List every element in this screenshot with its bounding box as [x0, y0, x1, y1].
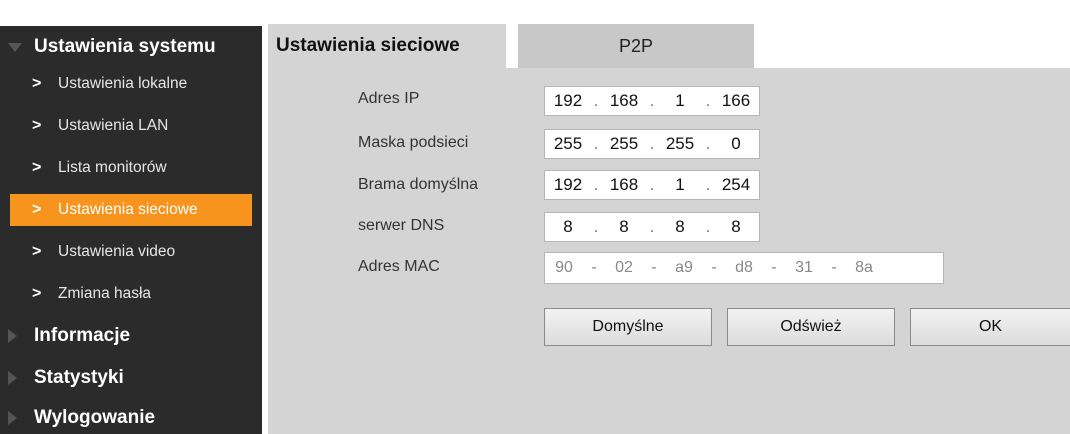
mac-separator: -: [651, 259, 657, 276]
ip-octet[interactable]: 192: [545, 91, 591, 111]
refresh-button[interactable]: Odśwież: [727, 308, 895, 346]
mac-octet: 31: [795, 259, 813, 276]
sidebar-item-video-settings[interactable]: > Ustawienia video: [10, 236, 252, 268]
ip-octet[interactable]: 168: [601, 91, 647, 111]
mask-octet[interactable]: 0: [713, 134, 759, 154]
mac-separator: -: [831, 259, 837, 276]
network-settings-panel: Adres IP 192 . 168 . 1 . 166 Maska podsi…: [268, 68, 1070, 434]
mac-octet: 90: [555, 259, 573, 276]
chevron-right-icon: >: [32, 159, 42, 176]
mac-octet: 8a: [855, 259, 873, 276]
chevron-right-icon: >: [32, 117, 42, 134]
sidebar-section-label: Wylogowanie: [34, 407, 156, 428]
octet-separator: .: [705, 175, 711, 194]
mac-octet: d8: [735, 259, 753, 276]
ip-address-label: Adres IP: [358, 90, 420, 107]
mac-separator: -: [771, 259, 777, 276]
sidebar-item-label: Lista monitorów: [58, 159, 167, 176]
octet-separator: .: [593, 91, 599, 110]
tab-network-settings[interactable]: Ustawienia sieciowe: [268, 24, 506, 68]
mask-octet[interactable]: 255: [601, 134, 647, 154]
mac-separator: -: [711, 259, 717, 276]
sidebar-item-label: Ustawienia lokalne: [58, 75, 188, 92]
sidebar-section-statistics[interactable]: Statystyki: [0, 360, 262, 396]
sidebar-section-system-settings[interactable]: Ustawienia systemu: [0, 29, 262, 65]
tab-bar: Ustawienia sieciowe P2P: [262, 24, 1070, 68]
sidebar-item-label: Ustawienia sieciowe: [58, 201, 198, 218]
mac-octet: a9: [675, 259, 693, 276]
mac-octet: 02: [615, 259, 633, 276]
octet-separator: .: [705, 217, 711, 236]
sidebar-item-lan-settings[interactable]: > Ustawienia LAN: [10, 110, 252, 142]
octet-separator: .: [649, 217, 655, 236]
mac-address-field: 90 - 02 - a9 - d8 - 31 - 8a: [544, 252, 944, 284]
sidebar-section-logout[interactable]: Wylogowanie: [0, 400, 262, 434]
octet-separator: .: [593, 134, 599, 153]
ok-button[interactable]: OK: [910, 308, 1070, 346]
ip-octet[interactable]: 166: [713, 91, 759, 111]
octet-separator: .: [593, 217, 599, 236]
ip-address-field[interactable]: 192 . 168 . 1 . 166: [544, 86, 760, 116]
gateway-octet[interactable]: 1: [657, 175, 703, 195]
sidebar-item-label: Ustawienia video: [58, 243, 176, 260]
octet-separator: .: [649, 175, 655, 194]
gateway-octet[interactable]: 192: [545, 175, 591, 195]
dns-octet[interactable]: 8: [713, 217, 759, 237]
tab-p2p[interactable]: P2P: [518, 24, 754, 68]
sidebar: Ustawienia systemu > Ustawienia lokalne …: [0, 26, 262, 434]
chevron-right-icon: >: [32, 75, 42, 92]
sidebar-item-label: Ustawienia LAN: [58, 117, 169, 134]
mask-octet[interactable]: 255: [545, 134, 591, 154]
triangle-down-icon: [8, 42, 22, 52]
gateway-octet[interactable]: 168: [601, 175, 647, 195]
dns-server-field[interactable]: 8 . 8 . 8 . 8: [544, 212, 760, 242]
octet-separator: .: [705, 91, 711, 110]
octet-separator: .: [705, 134, 711, 153]
dns-server-label: serwer DNS: [358, 217, 445, 234]
sidebar-item-label: Zmiana hasła: [58, 285, 152, 302]
sidebar-section-label: Informacje: [34, 325, 131, 346]
default-gateway-field[interactable]: 192 . 168 . 1 . 254: [544, 170, 760, 200]
mac-separator: -: [591, 259, 597, 276]
sidebar-item-monitor-list[interactable]: > Lista monitorów: [10, 152, 252, 184]
triangle-right-icon: [8, 371, 17, 385]
mac-address-label: Adres MAC: [358, 258, 440, 275]
triangle-right-icon: [8, 411, 17, 425]
subnet-mask-label: Maska podsieci: [358, 134, 469, 151]
sidebar-item-change-password[interactable]: > Zmiana hasła: [10, 278, 252, 310]
subnet-mask-field[interactable]: 255 . 255 . 255 . 0: [544, 129, 760, 159]
default-gateway-label: Brama domyślna: [358, 176, 479, 193]
default-button[interactable]: Domyślne: [544, 308, 712, 346]
sidebar-section-label: Ustawienia systemu: [34, 36, 216, 57]
sidebar-section-information[interactable]: Informacje: [0, 318, 262, 354]
sidebar-item-network-settings[interactable]: > Ustawienia sieciowe: [10, 194, 252, 226]
dns-octet[interactable]: 8: [545, 217, 591, 237]
octet-separator: .: [649, 134, 655, 153]
octet-separator: .: [593, 175, 599, 194]
chevron-right-icon: >: [32, 285, 42, 302]
sidebar-item-local-settings[interactable]: > Ustawienia lokalne: [10, 68, 252, 100]
octet-separator: .: [649, 91, 655, 110]
triangle-right-icon: [8, 329, 17, 343]
ip-octet[interactable]: 1: [657, 91, 703, 111]
chevron-right-icon: >: [32, 201, 42, 218]
dns-octet[interactable]: 8: [657, 217, 703, 237]
dns-octet[interactable]: 8: [601, 217, 647, 237]
sidebar-section-label: Statystyki: [34, 367, 124, 388]
gateway-octet[interactable]: 254: [713, 175, 759, 195]
mask-octet[interactable]: 255: [657, 134, 703, 154]
chevron-right-icon: >: [32, 243, 42, 260]
